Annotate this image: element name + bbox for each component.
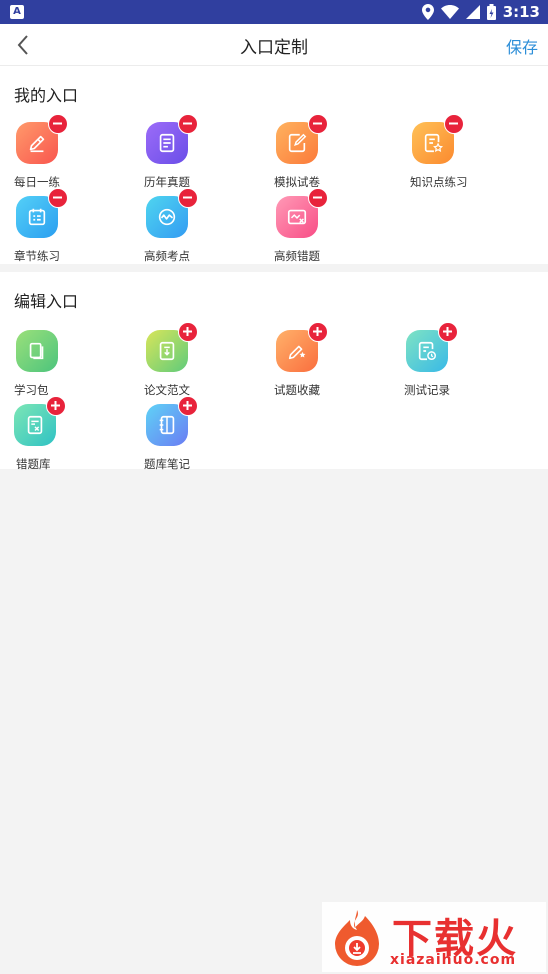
entry-label: 测试记录 <box>404 383 450 397</box>
entry-label: 错题库 <box>16 457 51 471</box>
nav-bar: 入口定制 保存 <box>0 24 548 66</box>
flame-logo-icon <box>335 910 379 966</box>
section-title-edit-entries: 编辑入口 <box>14 292 79 311</box>
battery-icon <box>486 4 496 20</box>
entry-item-question-favorites[interactable]: 试题收藏 <box>274 322 386 400</box>
entry-item-chapter-practice[interactable]: 章节练习 <box>14 188 126 266</box>
entry-label: 学习包 <box>14 383 49 397</box>
entry-item-knowledge-practice[interactable]: 知识点练习 <box>410 114 522 192</box>
entry-label: 高频考点 <box>144 249 190 263</box>
location-icon <box>421 4 434 20</box>
add-badge-icon[interactable] <box>178 322 198 342</box>
watermark-url: xiazaihuo.com <box>390 952 517 968</box>
entry-label: 章节练习 <box>14 249 60 263</box>
signal-icon <box>465 5 480 19</box>
remove-badge-icon[interactable] <box>308 114 328 134</box>
remove-badge-icon[interactable] <box>308 188 328 208</box>
remove-badge-icon[interactable] <box>48 188 68 208</box>
entry-label: 模拟试卷 <box>274 175 320 189</box>
entry-item-study-pack[interactable]: 学习包 <box>14 330 126 400</box>
add-badge-icon[interactable] <box>308 322 328 342</box>
entry-label: 高频错题 <box>274 249 320 263</box>
add-badge-icon[interactable] <box>46 396 66 416</box>
section-title-my-entries: 我的入口 <box>14 86 79 105</box>
entry-item-mistake-bank[interactable]: 错题库 <box>14 396 124 474</box>
entry-item-daily-practice[interactable]: 每日一练 <box>14 114 126 192</box>
status-bar: A 3:13 <box>0 0 548 24</box>
remove-badge-icon[interactable] <box>48 114 68 134</box>
entry-item-frequent-mistakes[interactable]: 高频错题 <box>274 188 386 266</box>
entry-label: 每日一练 <box>14 175 60 189</box>
save-button[interactable]: 保存 <box>506 34 538 58</box>
entry-label: 知识点练习 <box>410 175 468 189</box>
watermark: 下载火 xiazaihuo.com <box>322 902 546 972</box>
remove-badge-icon[interactable] <box>444 114 464 134</box>
entry-item-test-records[interactable]: 测试记录 <box>404 322 516 400</box>
book-icon <box>16 330 58 372</box>
add-badge-icon[interactable] <box>438 322 458 342</box>
entry-item-mock-papers[interactable]: 模拟试卷 <box>274 114 386 192</box>
entry-label: 试题收藏 <box>274 383 320 397</box>
remove-badge-icon[interactable] <box>178 188 198 208</box>
edit-entries-section: 编辑入口 学习包 论文范文 试题收藏 测试记录 错题库 题库笔记 <box>0 272 548 471</box>
entry-label: 论文范文 <box>144 383 190 397</box>
notification-a-icon: A <box>10 5 24 19</box>
page-title: 入口定制 <box>240 38 308 58</box>
entry-label: 历年真题 <box>144 175 190 189</box>
status-time: 3:13 <box>502 3 540 21</box>
my-entries-section: 我的入口 每日一练 历年真题 模拟试卷 知识点练习 章节练习 高频考点 高频错题 <box>0 66 548 264</box>
entry-item-frequent-topics[interactable]: 高频考点 <box>144 188 256 266</box>
add-badge-icon[interactable] <box>178 396 198 416</box>
entry-item-bank-notes[interactable]: 题库笔记 <box>144 396 256 474</box>
entry-label: 题库笔记 <box>144 457 190 471</box>
wifi-icon <box>440 5 459 19</box>
remove-badge-icon[interactable] <box>178 114 198 134</box>
entry-item-past-exams[interactable]: 历年真题 <box>144 114 256 192</box>
entry-item-sample-essays[interactable]: 论文范文 <box>144 322 256 400</box>
